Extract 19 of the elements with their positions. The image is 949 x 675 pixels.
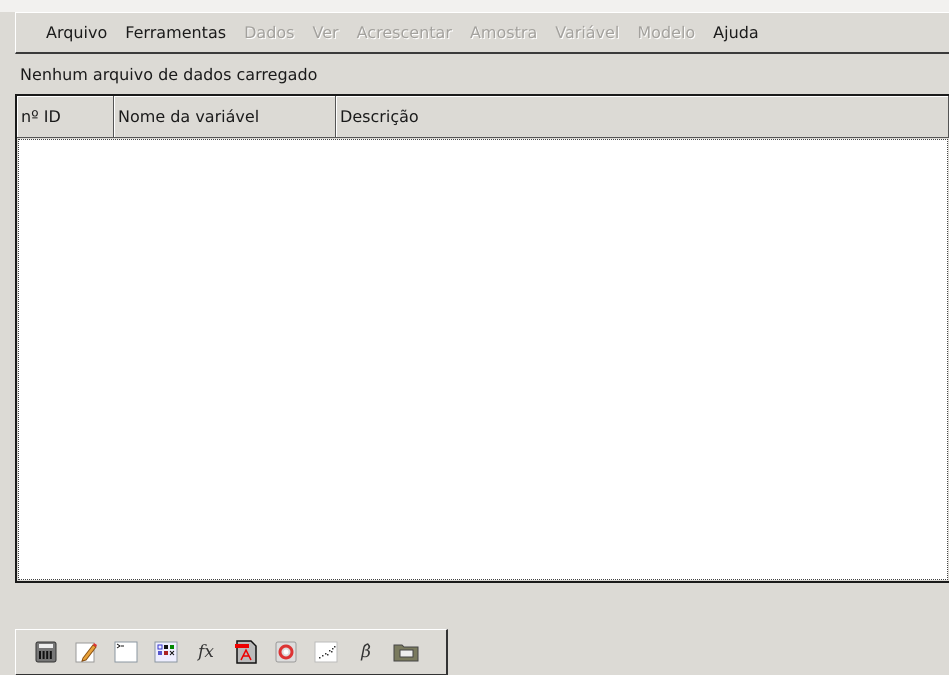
status-text: Nenhum arquivo de dados carregado <box>20 64 318 84</box>
pdf-document-icon <box>235 640 257 664</box>
toolbar-button[interactable]: β̂ <box>346 632 386 672</box>
notepad-pencil-icon <box>75 641 97 663</box>
formula-icon: β̂ <box>361 642 371 662</box>
column-header[interactable]: Descrição <box>336 96 949 138</box>
calculator-icon <box>35 641 57 663</box>
column-header[interactable]: nº ID <box>17 96 114 138</box>
toolbar-button[interactable]: fx <box>186 632 226 672</box>
scatter-plot-icon <box>314 641 338 663</box>
menu-item[interactable]: Ferramentas <box>117 19 234 46</box>
formula-icon: fx <box>198 642 214 662</box>
terminal-icon <box>114 641 138 663</box>
matrix-icon <box>154 641 178 663</box>
lifebuoy-icon <box>275 641 297 663</box>
folder-icon <box>393 642 419 662</box>
column-header[interactable]: Nome da variável <box>114 96 336 138</box>
menu-item[interactable]: Ajuda <box>705 19 767 46</box>
menu-item[interactable]: Arquivo <box>38 19 116 46</box>
